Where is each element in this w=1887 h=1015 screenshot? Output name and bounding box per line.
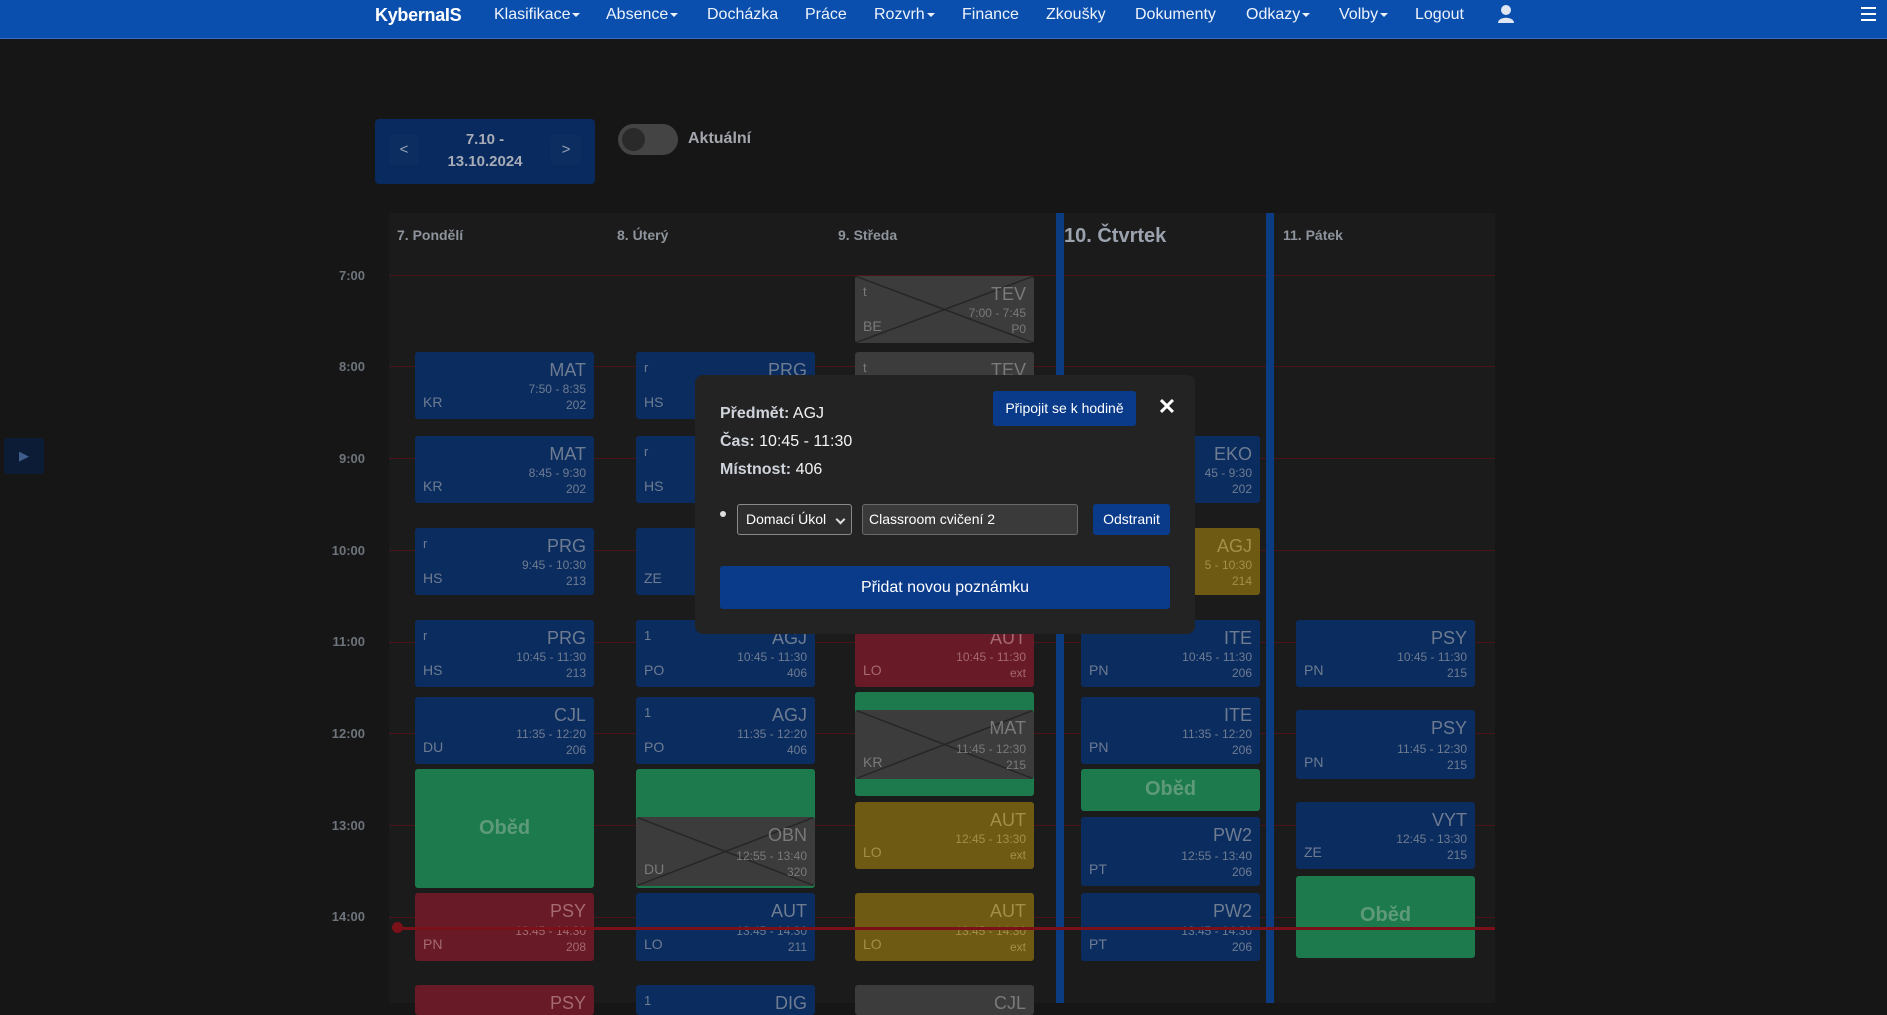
cancelled-lesson-block[interactable]: CJL bbox=[855, 985, 1034, 1015]
nav-volby[interactable]: Volby bbox=[1339, 6, 1389, 24]
time-label: 8:00 bbox=[338, 359, 365, 374]
time-label: 9:00 bbox=[338, 451, 365, 466]
lesson-block[interactable]: AUT LO 12:45 - 13:30 ext bbox=[855, 802, 1034, 869]
nav-logout[interactable]: Logout bbox=[1415, 6, 1464, 24]
lesson-block[interactable]: VYT ZE 12:45 - 13:30 215 bbox=[1296, 802, 1475, 869]
current-time-line bbox=[395, 927, 1495, 930]
modal-subject: Předmět: AGJ bbox=[720, 405, 825, 422]
day-header: 11. Pátek bbox=[1283, 227, 1343, 243]
add-note-button[interactable]: Přidat novou poznámku bbox=[720, 566, 1170, 609]
day-header: 10. Čtvrtek bbox=[1064, 225, 1167, 247]
nav-klasifikace[interactable]: Klasifikace bbox=[494, 6, 581, 24]
nav-zkousky[interactable]: Zkoušky bbox=[1046, 6, 1106, 24]
time-label: 7:00 bbox=[338, 268, 365, 283]
lesson-detail-modal: Předmět: AGJ Čas: 10:45 - 11:30 Místnost… bbox=[695, 375, 1195, 634]
caret-down-icon bbox=[572, 12, 581, 17]
close-icon[interactable]: ✕ bbox=[1155, 395, 1179, 419]
cancelled-lesson-block[interactable]: t TEV BE 7:00 - 7:45 P0 bbox=[855, 276, 1034, 343]
lesson-block[interactable]: PSY PN 11:45 - 12:30 215 bbox=[1296, 710, 1475, 779]
modal-room: Místnost: 406 bbox=[720, 461, 823, 478]
lesson-block[interactable]: r PRG HS 9:45 - 10:30 213 bbox=[415, 528, 594, 595]
lesson-block[interactable]: MAT KR 7:50 - 8:35 202 bbox=[415, 352, 594, 419]
modal-time: Čas: 10:45 - 11:30 bbox=[720, 433, 853, 450]
current-time-dot bbox=[392, 922, 403, 933]
caret-down-icon bbox=[1380, 12, 1389, 17]
lesson-block[interactable]: 1 AGJ PO 11:35 - 12:20 406 bbox=[636, 697, 815, 764]
current-toggle[interactable] bbox=[618, 124, 678, 155]
note-type-select[interactable]: Domací Úkol bbox=[737, 504, 852, 535]
join-lesson-button[interactable]: Připojit se k hodině bbox=[993, 391, 1136, 426]
user-icon[interactable] bbox=[1497, 4, 1515, 24]
toggle-label: Aktuální bbox=[688, 130, 752, 147]
cancelled-lesson-block[interactable]: OBN DU 12:55 - 13:40 320 bbox=[636, 817, 815, 886]
time-label: 12:00 bbox=[331, 726, 365, 741]
week-range: 7.10 - 13.10.2024 bbox=[447, 131, 523, 170]
next-week-button[interactable]: > bbox=[551, 135, 581, 165]
day-header: 7. Pondělí bbox=[397, 227, 464, 243]
time-label: 10:00 bbox=[331, 543, 365, 558]
lunch-block[interactable]: Oběd bbox=[1296, 876, 1475, 958]
nav-finance[interactable]: Finance bbox=[962, 6, 1019, 24]
nav-dokumenty[interactable]: Dokumenty bbox=[1135, 6, 1216, 24]
lesson-block[interactable]: PSY PN 10:45 - 11:30 215 bbox=[1296, 620, 1475, 687]
top-navbar: KybernaIS Klasifikace Absence Docházka P… bbox=[0, 0, 1887, 39]
today-marker-right bbox=[1266, 213, 1274, 1003]
day-header: 9. Středa bbox=[838, 227, 898, 243]
brand-logo[interactable]: KybernaIS bbox=[375, 5, 462, 26]
caret-down-icon bbox=[1302, 12, 1311, 17]
note-bullet bbox=[720, 511, 726, 517]
expand-sidebar-button[interactable]: ▶ bbox=[4, 438, 44, 474]
note-text-input[interactable]: Classroom cvičení 2 bbox=[862, 504, 1078, 535]
nav-dochazka[interactable]: Docházka bbox=[707, 6, 778, 24]
nav-absence[interactable]: Absence bbox=[606, 6, 679, 24]
prev-week-button[interactable]: < bbox=[389, 135, 419, 165]
nav-odkazy[interactable]: Odkazy bbox=[1246, 6, 1311, 24]
chevron-down-icon bbox=[835, 514, 846, 525]
lesson-block[interactable]: PW2 PT 12:55 - 13:40 206 bbox=[1081, 817, 1260, 886]
lesson-block[interactable]: r PRG HS 10:45 - 11:30 213 bbox=[415, 620, 594, 687]
cancelled-lesson-block[interactable]: MAT KR 11:45 - 12:30 215 bbox=[855, 710, 1034, 779]
lesson-block[interactable]: PSY bbox=[415, 985, 594, 1015]
day-header: 8. Úterý bbox=[617, 227, 669, 243]
nav-rozvrh[interactable]: Rozvrh bbox=[874, 6, 935, 24]
caret-down-icon bbox=[670, 12, 679, 17]
lesson-block[interactable]: MAT KR 8:45 - 9:30 202 bbox=[415, 436, 594, 503]
toggle-knob bbox=[622, 128, 645, 151]
lesson-block[interactable]: 1 DIG bbox=[636, 985, 815, 1015]
lesson-block[interactable]: ITE PN 11:35 - 12:20 206 bbox=[1081, 697, 1260, 764]
time-label: 14:00 bbox=[331, 909, 365, 924]
hamburger-icon[interactable] bbox=[1861, 7, 1876, 23]
nav-prace[interactable]: Práce bbox=[805, 6, 847, 24]
lesson-block[interactable]: CJL DU 11:35 - 12:20 206 bbox=[415, 697, 594, 764]
lunch-block[interactable]: Oběd bbox=[415, 769, 594, 888]
week-navigator: < 7.10 - 13.10.2024 > bbox=[375, 119, 595, 184]
time-label: 13:00 bbox=[331, 818, 365, 833]
lunch-block[interactable]: Oběd bbox=[1081, 769, 1260, 811]
time-label: 11:00 bbox=[332, 634, 365, 649]
remove-note-button[interactable]: Odstranit bbox=[1093, 504, 1170, 535]
caret-down-icon bbox=[926, 12, 935, 17]
